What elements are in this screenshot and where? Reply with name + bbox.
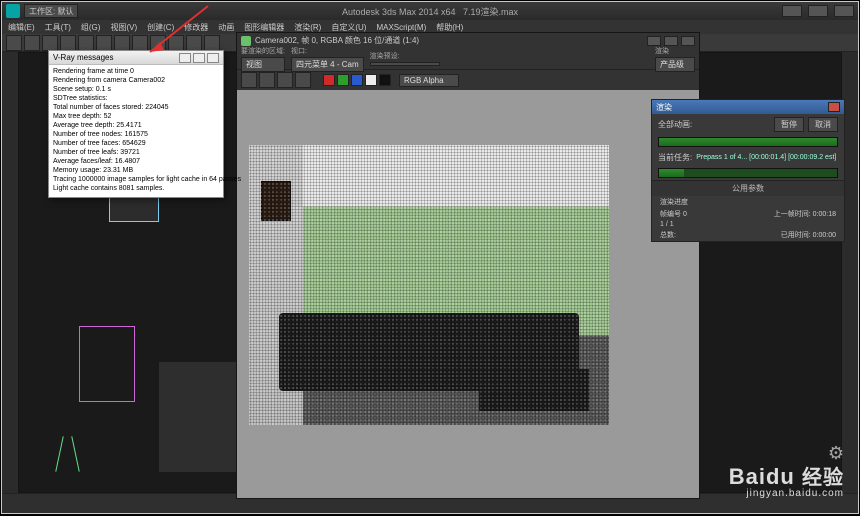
toolbar-button[interactable] bbox=[42, 35, 58, 51]
output-label: 渲染 bbox=[655, 46, 695, 56]
task-progress-bar bbox=[658, 168, 838, 178]
menu-item[interactable]: 工具(T) bbox=[45, 22, 71, 33]
channel-alpha-icon[interactable] bbox=[365, 74, 377, 86]
area-label: 要渲染的区域: bbox=[241, 46, 285, 56]
app-logo-icon bbox=[6, 4, 20, 18]
menu-item[interactable]: 修改器 bbox=[184, 22, 208, 33]
minimize-button[interactable] bbox=[782, 5, 802, 17]
vray-close-button[interactable] bbox=[207, 53, 219, 63]
menu-item[interactable]: 帮助(H) bbox=[436, 22, 463, 33]
progress-close-button[interactable] bbox=[828, 102, 840, 112]
render-output-image bbox=[249, 145, 609, 425]
clear-button[interactable] bbox=[295, 72, 311, 88]
render-max-button[interactable] bbox=[664, 36, 678, 46]
toolbar-button[interactable] bbox=[24, 35, 40, 51]
toolbar-button[interactable] bbox=[96, 35, 112, 51]
area-combo[interactable]: 视图 bbox=[241, 57, 285, 72]
vray-log: Rendering frame at time 0 Rendering from… bbox=[49, 65, 223, 197]
task-text: Prepass 1 of 4... [00:00:01.4] [00:00:09… bbox=[696, 154, 836, 161]
viewport-combo[interactable]: 四元菜单 4 - Cam bbox=[291, 57, 364, 72]
preset-combo[interactable] bbox=[370, 62, 440, 66]
render-icon bbox=[241, 36, 251, 46]
render-progress-window[interactable]: 渲染 全部动画: 暂停 取消 当前任务: Prepass 1 of 4... [… bbox=[651, 99, 845, 242]
app-titlebar: 工作区: 默认 Autodesk 3ds Max 2014 x64 7.19渲染… bbox=[2, 2, 858, 20]
print-button[interactable] bbox=[277, 72, 293, 88]
file-name: 7.19渲染.max bbox=[463, 7, 518, 17]
menu-item[interactable]: 渲染(R) bbox=[294, 22, 321, 33]
channel-blue-icon[interactable] bbox=[351, 74, 363, 86]
render-close-button[interactable] bbox=[681, 36, 695, 46]
render-min-button[interactable] bbox=[647, 36, 661, 46]
toolbar-button[interactable] bbox=[60, 35, 76, 51]
overall-progress-bar bbox=[658, 137, 838, 147]
menu-item[interactable]: MAXScript(M) bbox=[376, 23, 426, 32]
toolbar-button[interactable] bbox=[168, 35, 184, 51]
toolbar-button[interactable] bbox=[204, 35, 220, 51]
menu-item[interactable]: 编辑(E) bbox=[8, 22, 35, 33]
cancel-button[interactable]: 取消 bbox=[808, 117, 838, 132]
output-combo[interactable]: 产品级 bbox=[655, 57, 695, 72]
save-image-button[interactable] bbox=[241, 72, 257, 88]
channel-green-icon[interactable] bbox=[337, 74, 349, 86]
clone-button[interactable] bbox=[259, 72, 275, 88]
menu-item[interactable]: 自定义(U) bbox=[331, 22, 366, 33]
viewport-label: 视口: bbox=[291, 46, 364, 56]
watermark: ⚙ Baidu 经验 jingyan.baidu.com bbox=[729, 461, 844, 499]
vray-window-title: V-Ray messages bbox=[53, 53, 113, 62]
toolbar-button[interactable] bbox=[186, 35, 202, 51]
toolbar-button[interactable] bbox=[78, 35, 94, 51]
total-anim-label: 全部动画: bbox=[658, 119, 692, 130]
channel-combo[interactable]: RGB Alpha bbox=[399, 74, 459, 87]
progress-title: 渲染 bbox=[656, 102, 672, 113]
channel-mono-icon[interactable] bbox=[379, 74, 391, 86]
toolbar-button[interactable] bbox=[132, 35, 148, 51]
menu-item[interactable]: 创建(C) bbox=[147, 22, 174, 33]
close-button[interactable] bbox=[834, 5, 854, 17]
pause-button[interactable]: 暂停 bbox=[774, 117, 804, 132]
workspace-combo[interactable]: 工作区: 默认 bbox=[24, 4, 78, 18]
common-params-header: 公用参数 bbox=[652, 181, 844, 196]
maximize-button[interactable] bbox=[808, 5, 828, 17]
menu-item[interactable]: 视图(V) bbox=[110, 22, 137, 33]
paw-icon: ⚙ bbox=[828, 443, 844, 464]
toolbar-button[interactable] bbox=[114, 35, 130, 51]
menu-item[interactable]: 动画 bbox=[218, 22, 234, 33]
vray-max-button[interactable] bbox=[193, 53, 205, 63]
toolbar-button[interactable] bbox=[150, 35, 166, 51]
app-title: Autodesk 3ds Max 2014 x64 bbox=[342, 7, 456, 17]
channel-red-icon[interactable] bbox=[323, 74, 335, 86]
task-label: 当前任务: bbox=[658, 152, 692, 163]
toolbar-button[interactable] bbox=[6, 35, 22, 51]
render-canvas[interactable] bbox=[237, 90, 699, 498]
menu-item[interactable]: 组(G) bbox=[81, 22, 101, 33]
vray-messages-window[interactable]: V-Ray messages Rendering frame at time 0… bbox=[48, 50, 224, 198]
render-frame-window[interactable]: Camera002, 帧 0, RGBA 颜色 16 位/通道 (1:4) 要渲… bbox=[236, 32, 700, 499]
preset-label: 渲染预设: bbox=[370, 51, 440, 61]
render-window-title: Camera002, 帧 0, RGBA 颜色 16 位/通道 (1:4) bbox=[255, 35, 419, 46]
vray-min-button[interactable] bbox=[179, 53, 191, 63]
menu-item[interactable]: 图形编辑器 bbox=[244, 22, 284, 33]
